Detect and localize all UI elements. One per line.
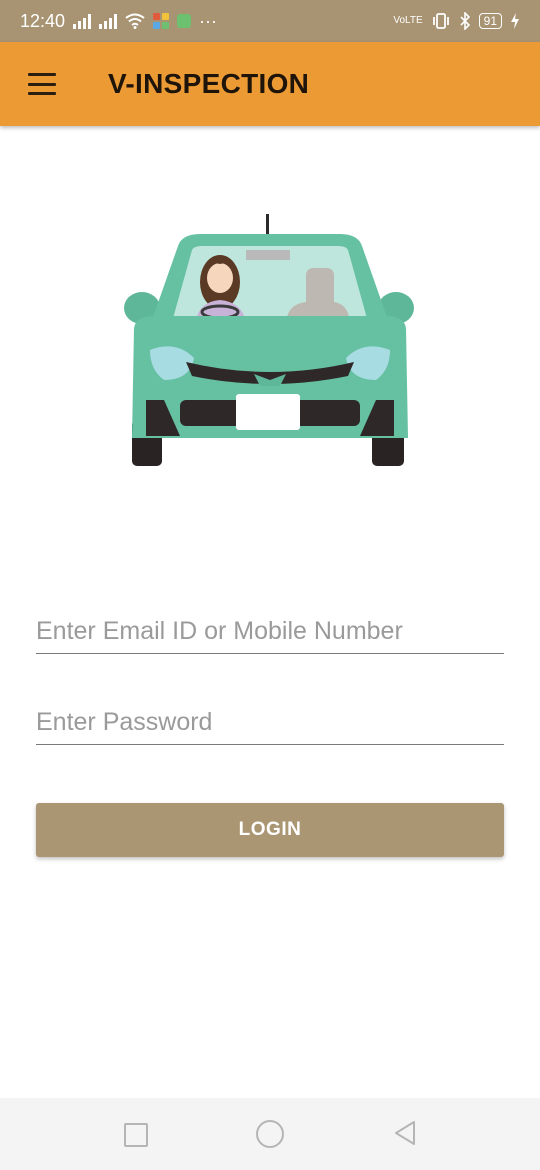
more-indicator: ···	[199, 10, 218, 31]
status-left: 12:40 ···	[20, 11, 217, 32]
hamburger-menu-icon[interactable]	[28, 73, 56, 95]
charging-icon	[511, 13, 519, 29]
app-bar: V-INSPECTION	[0, 42, 540, 126]
status-right: VoLTE 91	[393, 12, 520, 30]
battery-icon: 91	[478, 13, 502, 29]
app-title: V-INSPECTION	[108, 68, 310, 99]
license-plate	[236, 394, 300, 430]
login-button[interactable]: LOGIN	[36, 803, 504, 857]
antenna	[266, 214, 269, 236]
volte-label: VoLTE	[393, 15, 423, 26]
car-with-driver-illustration	[124, 214, 414, 466]
app-notification-icon	[153, 13, 170, 29]
rear-view-mirror	[246, 250, 290, 260]
signal-icon	[99, 13, 118, 29]
email-field[interactable]	[36, 610, 504, 654]
navigation-bar	[0, 1098, 540, 1170]
chat-notification-icon	[177, 14, 192, 28]
battery-level: 91	[483, 14, 497, 28]
status-time: 12:40	[20, 10, 66, 31]
vibrate-icon	[432, 13, 449, 29]
home-circle-icon[interactable]	[256, 1120, 284, 1148]
status-bar: 12:40 ··· VoLTE 91	[0, 0, 540, 42]
signal-icon	[73, 13, 92, 29]
driver-face	[207, 263, 233, 293]
back-triangle-icon[interactable]	[392, 1119, 418, 1147]
wifi-icon	[125, 13, 145, 29]
bluetooth-icon	[460, 12, 470, 30]
password-field[interactable]	[36, 701, 504, 745]
recents-square-icon[interactable]	[124, 1123, 148, 1147]
